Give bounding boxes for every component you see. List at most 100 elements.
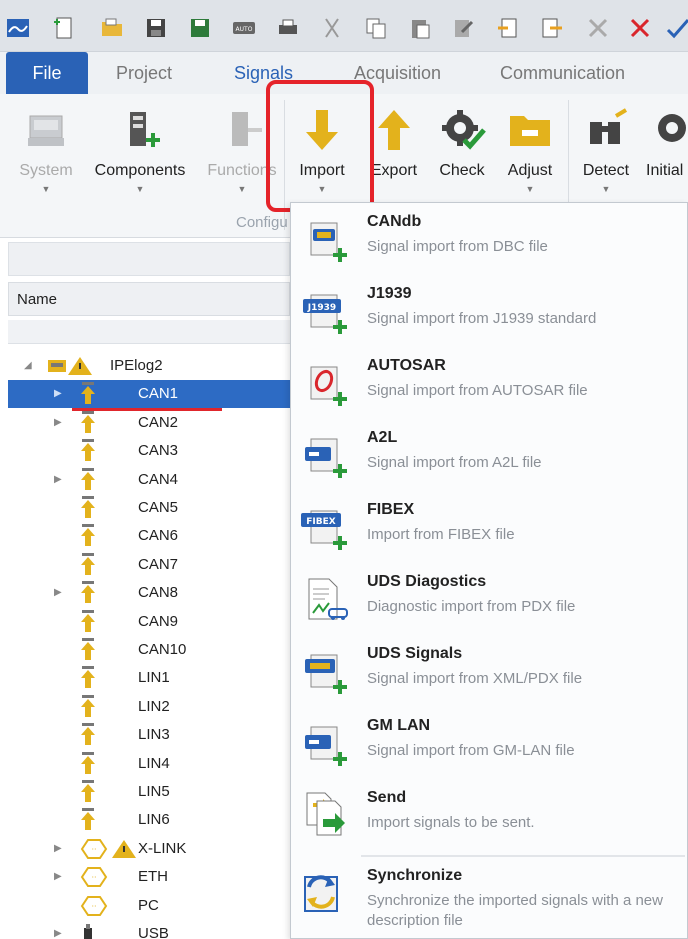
close-gray-icon[interactable] — [586, 16, 610, 40]
expand-arrow-icon[interactable]: ▶ — [54, 466, 62, 494]
candb-icon — [299, 213, 351, 265]
detect-button[interactable]: Detect ▼ — [574, 100, 638, 210]
bus-channel-icon — [81, 694, 95, 717]
menu-item-fibex[interactable]: FIBEX FIBEX Import from FIBEX file — [291, 491, 687, 563]
auto-icon[interactable]: AUTO — [232, 16, 256, 40]
tab-project[interactable]: Project — [116, 52, 172, 94]
expand-arrow-icon[interactable]: ▶ — [54, 920, 62, 939]
new-file-icon[interactable] — [52, 16, 76, 40]
tree-item-x-link[interactable]: ▶ ·· X-LINK — [8, 835, 290, 863]
expand-arrow-icon[interactable]: ◢ — [24, 352, 32, 380]
tree-item-can4[interactable]: ▶ CAN4 — [8, 466, 290, 494]
tree-item-lin1[interactable]: LIN1 — [8, 664, 290, 692]
adjust-button[interactable]: Adjust ▼ — [498, 100, 562, 210]
tree-item-can10[interactable]: CAN10 — [8, 636, 290, 664]
initial-button[interactable]: Initial — [642, 100, 688, 210]
bus-channel-icon — [81, 751, 95, 774]
check-button[interactable]: Check — [430, 100, 494, 210]
expand-arrow-icon[interactable]: ▶ — [54, 835, 62, 863]
tree-item-can7[interactable]: CAN7 — [8, 551, 290, 579]
menu-item-autosar[interactable]: AUTOSAR Signal import from AUTOSAR file — [291, 347, 687, 419]
print-icon[interactable] — [276, 16, 300, 40]
menu-separator — [361, 855, 685, 857]
tree-item-can1[interactable]: ▶ CAN1 — [8, 380, 290, 409]
svg-text:FIBEX: FIBEX — [306, 517, 336, 527]
network-link-icon: ·· — [80, 838, 136, 859]
synchronize-icon — [299, 867, 351, 919]
tree-item-can2[interactable]: ▶ CAN2 — [8, 409, 290, 437]
folder-icon — [510, 116, 550, 146]
menu-item-title: Synchronize — [367, 867, 463, 884]
tree-item-label: LIN4 — [138, 754, 170, 772]
components-button[interactable]: Components ▼ — [90, 100, 190, 210]
tree-item-can6[interactable]: CAN6 — [8, 522, 290, 550]
menu-item-title: J1939 — [367, 285, 412, 302]
gear-icon — [658, 114, 686, 142]
tree-item-can9[interactable]: CAN9 — [8, 608, 290, 636]
expand-arrow-icon[interactable]: ▶ — [54, 863, 62, 891]
expand-arrow-icon[interactable]: ▶ — [54, 579, 62, 607]
menu-item-description: Diagnostic import from PDX file — [367, 598, 576, 615]
open-folder-icon[interactable] — [100, 16, 124, 40]
copy-icon[interactable] — [364, 16, 388, 40]
tree-item-label: CAN1 — [138, 385, 179, 403]
save-icon[interactable] — [144, 16, 168, 40]
menu-item-j1939[interactable]: J1939 J1939 Signal import from J1939 stand… — [291, 275, 687, 347]
tree-item-can5[interactable]: CAN5 — [8, 494, 290, 522]
menu-item-description: Signal import from A2L file — [367, 454, 542, 471]
components-icon — [130, 112, 160, 147]
menu-item-candb[interactable]: CANdb Signal import from DBC file — [291, 203, 687, 275]
tree-root-ipelog2[interactable]: ◢ IPElog2 — [8, 352, 290, 380]
tab-communication[interactable]: Communication — [500, 52, 625, 94]
app-logo-icon — [6, 16, 30, 40]
uds-diagnostics-icon — [299, 573, 351, 625]
tree-item-label: CAN9 — [138, 612, 179, 630]
chevron-down-icon: ▼ — [135, 184, 145, 194]
export-file-icon[interactable] — [540, 16, 564, 40]
tree-item-label: LIN5 — [138, 783, 170, 800]
expand-arrow-icon[interactable]: ▶ — [54, 409, 62, 437]
initial-label: Initial — [646, 162, 684, 179]
menu-item-a2l[interactable]: A2L Signal import from A2L file — [291, 419, 687, 491]
menu-item-uds-signals[interactable]: UDS Signals Signal import from XML/PDX fi… — [291, 635, 687, 707]
tree-item-label: PC — [138, 896, 159, 914]
save-as-icon[interactable] — [188, 16, 212, 40]
tree-item-lin2[interactable]: LIN2 — [8, 693, 290, 721]
import-file-icon[interactable] — [496, 16, 520, 40]
tree-item-lin6[interactable]: LIN6 — [8, 806, 290, 834]
check-blue-icon[interactable] — [666, 16, 688, 40]
tree-item-lin5[interactable]: LIN5 — [8, 778, 290, 806]
menu-item-title: A2L — [367, 429, 398, 446]
menu-item-send[interactable]: Send Import signals to be sent. — [291, 779, 687, 851]
close-red-icon[interactable] — [628, 16, 652, 40]
j1939-icon: J1939 — [299, 285, 351, 337]
chevron-down-icon: ▼ — [41, 184, 51, 194]
tree-item-can3[interactable]: CAN3 — [8, 437, 290, 465]
paste-icon[interactable] — [408, 16, 432, 40]
system-label: System — [19, 162, 73, 179]
tree-item-eth[interactable]: ▶ ·· ETH — [8, 863, 290, 891]
device-warning-icon — [48, 357, 92, 375]
tree-item-lin3[interactable]: LIN3 — [8, 721, 290, 749]
tree-item-lin4[interactable]: LIN4 — [8, 750, 290, 778]
svg-text:J1939: J1939 — [307, 303, 336, 313]
tree-item-pc[interactable]: ·· PC — [8, 892, 290, 920]
menu-item-uds-diagostics[interactable]: UDS Diagostics Diagnostic import from PDX… — [291, 563, 687, 635]
menu-item-gm-lan[interactable]: GM LAN Signal import from GM-LAN file — [291, 707, 687, 779]
bus-channel-icon — [81, 496, 95, 518]
menu-item-synchronize[interactable]: Synchronize Synchronize the imported sign… — [291, 857, 687, 939]
tab-file[interactable]: File — [6, 52, 88, 94]
tree-item-label: LIN1 — [138, 669, 170, 687]
tree-item-can8[interactable]: ▶ CAN8 — [8, 579, 290, 607]
column-header-name[interactable]: Name — [8, 282, 290, 316]
menu-item-title: UDS Diagostics — [367, 573, 487, 590]
edit-icon[interactable] — [452, 16, 476, 40]
cut-icon[interactable] — [320, 16, 344, 40]
tree-item-usb[interactable]: ▶ USB — [8, 920, 290, 939]
tree-item-label: ETH — [138, 868, 168, 886]
menu-item-description: Import from FIBEX file — [367, 526, 515, 543]
expand-arrow-icon[interactable]: ▶ — [54, 380, 62, 408]
filter-bar — [8, 320, 290, 344]
tree-item-label: IPElog2 — [110, 357, 163, 374]
system-button[interactable]: System ▼ — [8, 100, 84, 210]
